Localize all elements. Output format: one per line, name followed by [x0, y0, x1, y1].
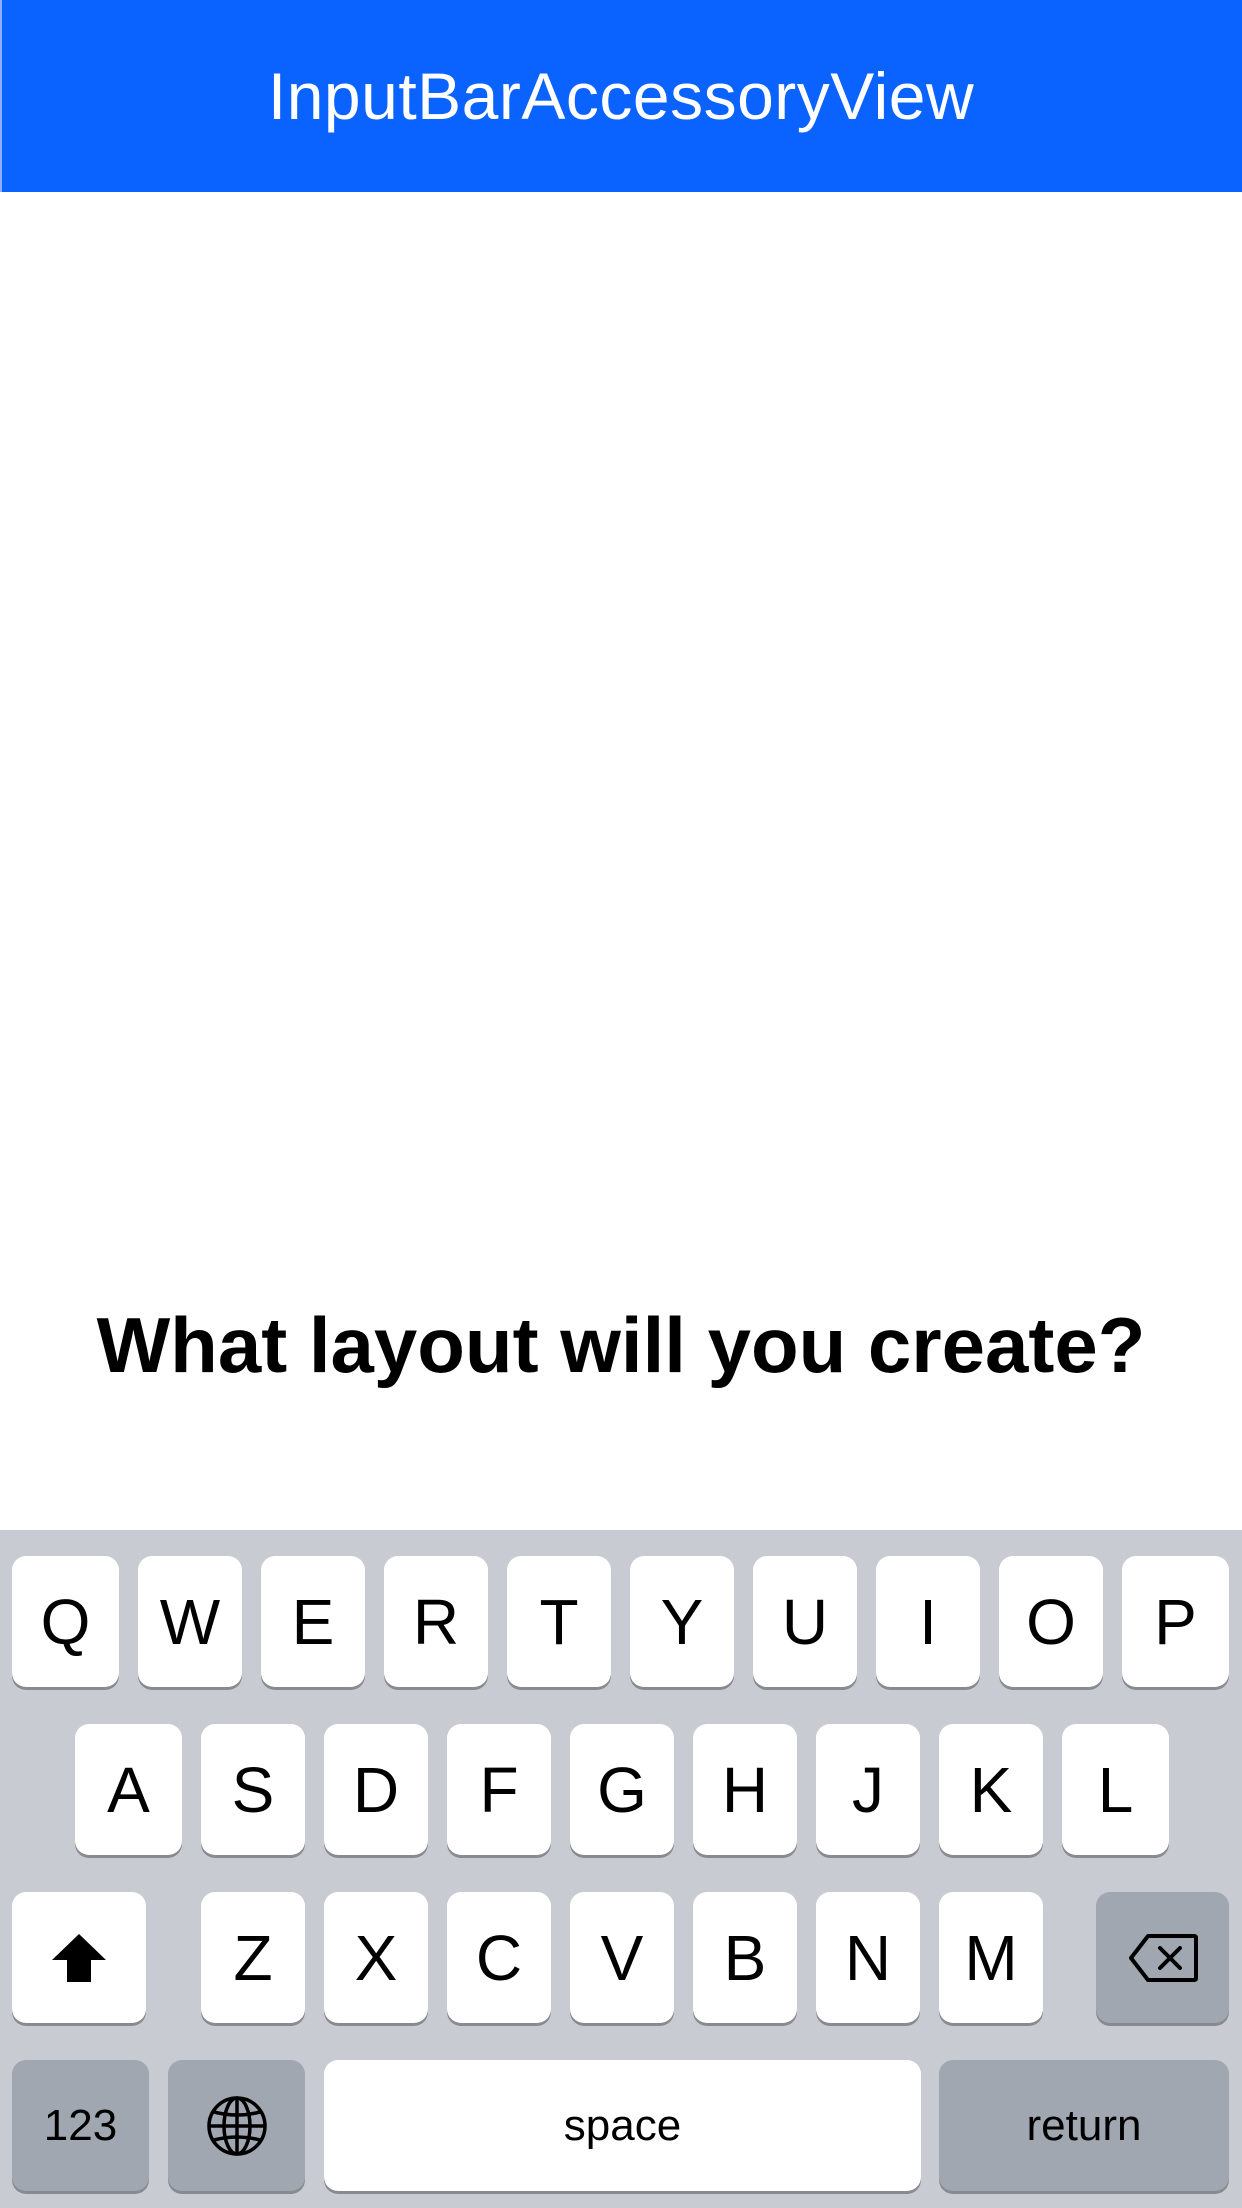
key-a[interactable]: A: [75, 1724, 182, 1855]
key-g[interactable]: G: [570, 1724, 674, 1855]
key-q[interactable]: Q: [12, 1556, 119, 1687]
keyboard: Q W E R T Y U I O P A S D F G H J K L Z …: [0, 1530, 1242, 2208]
key-v[interactable]: V: [570, 1892, 674, 2023]
key-y[interactable]: Y: [630, 1556, 734, 1687]
key-e[interactable]: E: [261, 1556, 365, 1687]
globe-key[interactable]: [168, 2060, 305, 2191]
key-l[interactable]: L: [1062, 1724, 1169, 1855]
return-key[interactable]: return: [939, 2060, 1229, 2191]
key-o[interactable]: O: [999, 1556, 1103, 1687]
key-w[interactable]: W: [138, 1556, 242, 1687]
key-k[interactable]: K: [939, 1724, 1043, 1855]
key-m[interactable]: M: [939, 1892, 1043, 2023]
globe-icon: [205, 2094, 269, 2158]
key-h[interactable]: H: [693, 1724, 797, 1855]
key-b[interactable]: B: [693, 1892, 797, 2023]
key-p[interactable]: P: [1122, 1556, 1229, 1687]
navigation-bar: InputBarAccessoryView: [0, 0, 1242, 192]
shift-icon: [50, 1932, 108, 1984]
shift-key[interactable]: [12, 1892, 146, 2023]
key-d[interactable]: D: [324, 1724, 428, 1855]
key-r[interactable]: R: [384, 1556, 488, 1687]
key-j[interactable]: J: [816, 1724, 920, 1855]
space-key[interactable]: space: [324, 2060, 921, 2191]
key-z[interactable]: Z: [201, 1892, 305, 2023]
backspace-icon: [1128, 1933, 1198, 1983]
key-n[interactable]: N: [816, 1892, 920, 2023]
key-x[interactable]: X: [324, 1892, 428, 2023]
key-f[interactable]: F: [447, 1724, 551, 1855]
key-t[interactable]: T: [507, 1556, 611, 1687]
nav-title: InputBarAccessoryView: [267, 59, 975, 133]
backspace-key[interactable]: [1096, 1892, 1229, 2023]
key-u[interactable]: U: [753, 1556, 857, 1687]
numbers-key[interactable]: 123: [12, 2060, 149, 2191]
headline: What layout will you create?: [96, 1301, 1146, 1389]
key-c[interactable]: C: [447, 1892, 551, 2023]
key-s[interactable]: S: [201, 1724, 305, 1855]
key-i[interactable]: I: [876, 1556, 980, 1687]
